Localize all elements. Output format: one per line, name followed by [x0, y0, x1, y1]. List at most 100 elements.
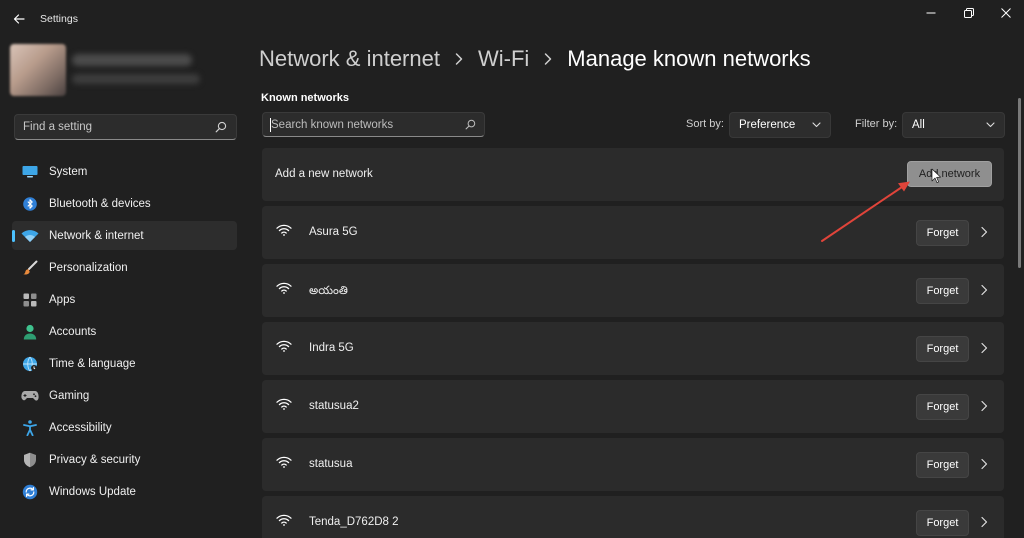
forget-button[interactable]: Forget — [916, 510, 969, 536]
sidebar-item-gaming[interactable]: Gaming — [12, 381, 237, 410]
sidebar-item-label: System — [49, 165, 88, 178]
sidebar-item-network[interactable]: Network & internet — [12, 221, 237, 250]
search-icon[interactable] — [465, 119, 476, 130]
sidebar-item-label: Accounts — [49, 325, 97, 338]
page-title: Manage known networks — [567, 46, 811, 71]
update-icon — [20, 482, 40, 502]
network-row[interactable]: statusua2 Forget — [262, 380, 1004, 433]
sidebar-item-bluetooth[interactable]: Bluetooth & devices — [12, 189, 237, 218]
sidebar-item-label: Apps — [49, 293, 76, 306]
back-button[interactable] — [8, 7, 30, 31]
sidebar-item-accounts[interactable]: Accounts — [12, 317, 237, 346]
restore-button[interactable] — [952, 4, 986, 22]
scrollbar-thumb[interactable] — [1018, 98, 1021, 268]
system-icon — [20, 162, 40, 182]
forget-button[interactable]: Forget — [916, 278, 969, 304]
network-name: Tenda_D762D8 2 — [309, 516, 399, 528]
filter-by-dropdown[interactable]: All — [902, 112, 1005, 138]
add-network-card: Add a new network Add network — [262, 148, 1004, 201]
brush-icon — [20, 258, 40, 278]
sidebar-item-label: Personalization — [49, 261, 128, 274]
user-profile[interactable] — [10, 44, 200, 96]
search-icon[interactable] — [215, 121, 227, 133]
filter-by-label: Filter by: — [855, 118, 898, 130]
wifi-icon — [276, 398, 292, 410]
wifi-icon — [276, 282, 292, 294]
wifi-icon — [276, 224, 292, 236]
apps-icon — [20, 290, 40, 310]
filter-by-value: All — [912, 119, 925, 131]
sidebar-item-label: Bluetooth & devices — [49, 197, 151, 210]
sidebar-nav: System Bluetooth & devices Network & int… — [12, 157, 237, 509]
close-button[interactable] — [989, 4, 1023, 22]
network-name: Indra 5G — [309, 342, 354, 354]
chevron-down-icon — [986, 122, 995, 128]
sort-by-value: Preference — [739, 119, 796, 131]
chevron-right-icon[interactable] — [980, 226, 988, 238]
network-name: statusua — [309, 458, 353, 470]
profile-name-blurred — [72, 54, 192, 66]
chevron-right-icon — [543, 52, 553, 66]
sort-by-dropdown[interactable]: Preference — [729, 112, 831, 138]
add-new-network-label: Add a new network — [275, 168, 373, 180]
bluetooth-icon — [20, 194, 40, 214]
restore-icon — [964, 8, 974, 18]
network-row[interactable]: Tenda_D762D8 2 Forget — [262, 496, 1004, 538]
breadcrumb-network-internet[interactable]: Network & internet — [259, 46, 440, 72]
chevron-down-icon — [812, 122, 821, 128]
network-row[interactable]: statusua Forget — [262, 438, 1004, 491]
minimize-button[interactable] — [914, 4, 948, 22]
sidebar-item-privacy-security[interactable]: Privacy & security — [12, 445, 237, 474]
sidebar-item-label: Network & internet — [49, 229, 144, 242]
sidebar-item-label: Gaming — [49, 389, 90, 402]
shield-icon — [20, 450, 40, 470]
chevron-right-icon[interactable] — [980, 400, 988, 412]
avatar — [10, 44, 66, 96]
network-name: Asura 5G — [309, 226, 358, 238]
find-setting-box — [14, 114, 237, 140]
network-name: statusua2 — [309, 400, 359, 412]
close-icon — [1001, 8, 1011, 18]
sidebar-item-apps[interactable]: Apps — [12, 285, 237, 314]
breadcrumb-wifi[interactable]: Wi-Fi — [478, 46, 529, 72]
network-row[interactable]: Asura 5G Forget — [262, 206, 1004, 259]
app-title: Settings — [40, 13, 78, 25]
search-known-networks-box — [262, 112, 485, 137]
minimize-icon — [926, 12, 936, 14]
sidebar-item-personalization[interactable]: Personalization — [12, 253, 237, 282]
chevron-right-icon[interactable] — [980, 458, 988, 470]
text-caret — [270, 118, 271, 132]
chevron-right-icon[interactable] — [980, 516, 988, 528]
network-row[interactable]: Indra 5G Forget — [262, 322, 1004, 375]
add-network-button[interactable]: Add network — [907, 161, 992, 187]
chevron-right-icon[interactable] — [980, 284, 988, 296]
network-icon — [20, 226, 40, 246]
chevron-right-icon[interactable] — [980, 342, 988, 354]
sidebar-item-system[interactable]: System — [12, 157, 237, 186]
sidebar-item-label: Windows Update — [49, 485, 136, 498]
back-arrow-icon — [13, 14, 25, 24]
known-networks-heading: Known networks — [261, 92, 350, 104]
accounts-icon — [20, 322, 40, 342]
forget-button[interactable]: Forget — [916, 336, 969, 362]
chevron-right-icon — [454, 52, 464, 66]
wifi-icon — [276, 514, 292, 526]
sidebar-item-time-language[interactable]: Time & language — [12, 349, 237, 378]
network-row[interactable]: అయంతి Forget — [262, 264, 1004, 317]
profile-email-blurred — [72, 74, 200, 84]
search-known-networks-input[interactable] — [263, 113, 484, 136]
sidebar-item-label: Accessibility — [49, 421, 112, 434]
forget-button[interactable]: Forget — [916, 220, 969, 246]
sidebar-item-windows-update[interactable]: Windows Update — [12, 477, 237, 506]
globe-icon — [20, 354, 40, 374]
forget-button[interactable]: Forget — [916, 394, 969, 420]
breadcrumb: Network & internet Wi-Fi Manage known ne… — [259, 46, 811, 72]
wifi-icon — [276, 456, 292, 468]
gamepad-icon — [20, 386, 40, 406]
find-setting-input[interactable] — [15, 115, 236, 139]
forget-button[interactable]: Forget — [916, 452, 969, 478]
sort-by-label: Sort by: — [686, 118, 724, 130]
network-name: అయంతి — [309, 285, 348, 297]
wifi-icon — [276, 340, 292, 352]
sidebar-item-accessibility[interactable]: Accessibility — [12, 413, 237, 442]
